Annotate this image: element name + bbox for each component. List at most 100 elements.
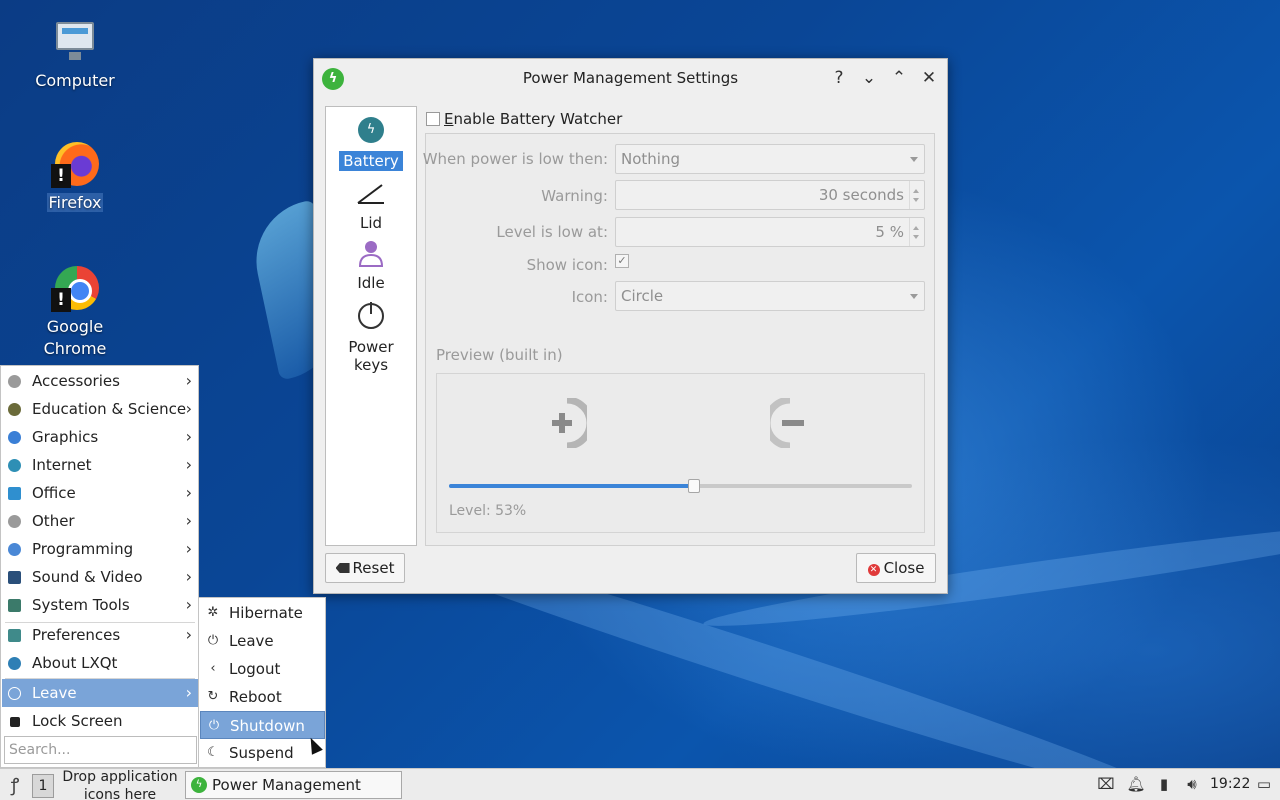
- title-bar[interactable]: ϟ Power Management Settings ? ⌄ ⌃ ✕: [314, 59, 947, 97]
- sidebar-item-battery[interactable]: ϟ Battery: [326, 115, 416, 171]
- chrome-icon: !: [51, 264, 99, 312]
- removable-device-icon[interactable]: ▮: [1153, 775, 1175, 797]
- spin-down-icon[interactable]: [913, 235, 919, 239]
- clock[interactable]: 19:22: [1210, 776, 1250, 792]
- hibernate-icon: ✲: [207, 605, 219, 620]
- warning-icon: !: [51, 164, 71, 188]
- menu-item-lock-screen[interactable]: Lock Screen: [2, 707, 198, 735]
- menu-item-preferences[interactable]: Preferences ›: [2, 621, 198, 649]
- sidebar-item-power-keys[interactable]: Power keys: [326, 301, 416, 375]
- sidebar-item-lid[interactable]: Lid: [326, 179, 416, 233]
- checkbox-box[interactable]: [426, 112, 440, 126]
- minimize-button[interactable]: ⌄: [858, 67, 880, 89]
- desktop-switcher[interactable]: 1: [32, 774, 54, 798]
- desktop-icon-computer[interactable]: Computer: [20, 18, 130, 92]
- desktop-icon-label: Computer: [35, 71, 115, 90]
- spin-down-icon[interactable]: [913, 198, 919, 202]
- level-slider[interactable]: [449, 479, 912, 493]
- menu-item-leave[interactable]: Leave ›: [2, 679, 198, 707]
- lock-icon: [10, 717, 20, 727]
- backspace-icon: [335, 563, 350, 573]
- power-icon: [358, 302, 384, 329]
- task-label: Power Management Sett...: [212, 776, 361, 794]
- chevron-right-icon: ›: [185, 371, 192, 390]
- show-desktop-icon[interactable]: ▭: [1253, 775, 1275, 797]
- settings-sidebar: ϟ Battery Lid Idle Power keys: [325, 106, 417, 546]
- network-disconnected-icon[interactable]: ⌧: [1095, 775, 1117, 797]
- close-button[interactable]: ✕ Close: [856, 553, 936, 583]
- taskbar-window-button[interactable]: ϟ Power Management Sett...: [185, 771, 402, 799]
- system-tools-icon: [8, 599, 21, 612]
- icon-combo[interactable]: Circle: [615, 281, 925, 311]
- level-low-spinbox[interactable]: 5 %: [615, 217, 925, 247]
- submenu-item-label: Shutdown: [230, 717, 305, 735]
- submenu-item-label: Reboot: [229, 688, 282, 706]
- menu-search-input[interactable]: Search...: [4, 736, 197, 764]
- computer-icon: [51, 18, 99, 66]
- menu-item-label: Other: [32, 512, 75, 530]
- slider-handle[interactable]: [688, 479, 701, 493]
- menu-item-about-lxqt[interactable]: About LXQt: [2, 649, 198, 677]
- programming-icon: [8, 543, 21, 556]
- notification-bell-icon[interactable]: 🔔︎: [1125, 775, 1147, 797]
- sound-video-icon: [8, 571, 21, 584]
- maximize-button[interactable]: ⌃: [888, 67, 910, 89]
- menu-item-office[interactable]: Office ›: [2, 479, 198, 507]
- close-window-button[interactable]: ✕: [918, 67, 940, 89]
- sidebar-item-label: Idle: [357, 274, 385, 292]
- menu-item-label: Graphics: [32, 428, 99, 446]
- icon-label: Icon:: [571, 288, 608, 306]
- chevron-right-icon: ›: [185, 595, 192, 614]
- submenu-item-hibernate[interactable]: ✲ Hibernate: [200, 599, 325, 627]
- desktop-icon-label: Google Chrome: [43, 317, 107, 358]
- office-icon: [8, 487, 21, 500]
- reset-label: Reset: [352, 559, 395, 577]
- submenu-item-shutdown[interactable]: ⏻ Shutdown: [200, 711, 325, 739]
- spin-up-icon[interactable]: [913, 226, 919, 230]
- submenu-item-logout[interactable]: ‹ Logout: [200, 655, 325, 683]
- sidebar-item-idle[interactable]: Idle: [326, 239, 416, 293]
- menu-item-sound-video[interactable]: Sound & Video ›: [2, 563, 198, 591]
- menu-item-education-science[interactable]: Education & Science ›: [2, 395, 198, 423]
- spin-value: 30 seconds: [818, 186, 904, 204]
- menu-item-programming[interactable]: Programming ›: [2, 535, 198, 563]
- reset-button[interactable]: Reset: [325, 553, 405, 583]
- help-button[interactable]: ?: [828, 67, 850, 89]
- enable-battery-watcher-checkbox[interactable]: Enable Battery Watcher: [426, 110, 622, 128]
- submenu-item-label: Logout: [229, 660, 281, 678]
- chevron-right-icon: ›: [185, 539, 192, 558]
- graphics-icon: [8, 431, 21, 444]
- menu-item-graphics[interactable]: Graphics ›: [2, 423, 198, 451]
- chevron-right-icon: ›: [185, 455, 192, 474]
- leave-icon: [8, 687, 21, 700]
- accessories-icon: [8, 375, 21, 388]
- submenu-item-reboot[interactable]: ↻ Reboot: [200, 683, 325, 711]
- low-action-combo[interactable]: Nothing: [615, 144, 925, 174]
- sidebar-item-label: Battery: [339, 151, 403, 171]
- lxqt-icon: [8, 657, 21, 670]
- spin-up-icon[interactable]: [913, 189, 919, 193]
- discharging-gauge-icon: [770, 398, 804, 448]
- close-label: Close: [883, 559, 925, 577]
- preview-box: Level: 53%: [436, 373, 925, 533]
- preferences-icon: [8, 629, 21, 642]
- chevron-right-icon: ›: [185, 511, 192, 530]
- desktop-icon-label: Firefox: [46, 193, 104, 212]
- show-icon-checkbox[interactable]: ✓: [615, 254, 629, 268]
- warning-icon: !: [51, 288, 71, 312]
- menu-item-system-tools[interactable]: System Tools ›: [2, 591, 198, 619]
- suspend-icon: ☾: [207, 745, 219, 760]
- menu-item-internet[interactable]: Internet ›: [2, 451, 198, 479]
- menu-item-accessories[interactable]: Accessories ›: [2, 367, 198, 395]
- volume-icon[interactable]: 🔊︎: [1181, 775, 1203, 797]
- start-menu-button[interactable]: ꝭ: [4, 773, 26, 796]
- menu-item-other[interactable]: Other ›: [2, 507, 198, 535]
- desktop-icon-chrome[interactable]: ! Google Chrome: [20, 264, 130, 360]
- quicklaunch-area: Drop application icons here: [62, 769, 178, 800]
- chevron-right-icon: ›: [185, 483, 192, 502]
- submenu-item-leave[interactable]: ⏻ Leave: [200, 627, 325, 655]
- warning-spinbox[interactable]: 30 seconds: [615, 180, 925, 210]
- desktop-icon-firefox[interactable]: ! Firefox: [20, 140, 130, 214]
- sidebar-item-label: Lid: [359, 214, 383, 232]
- slider-fill: [449, 484, 695, 488]
